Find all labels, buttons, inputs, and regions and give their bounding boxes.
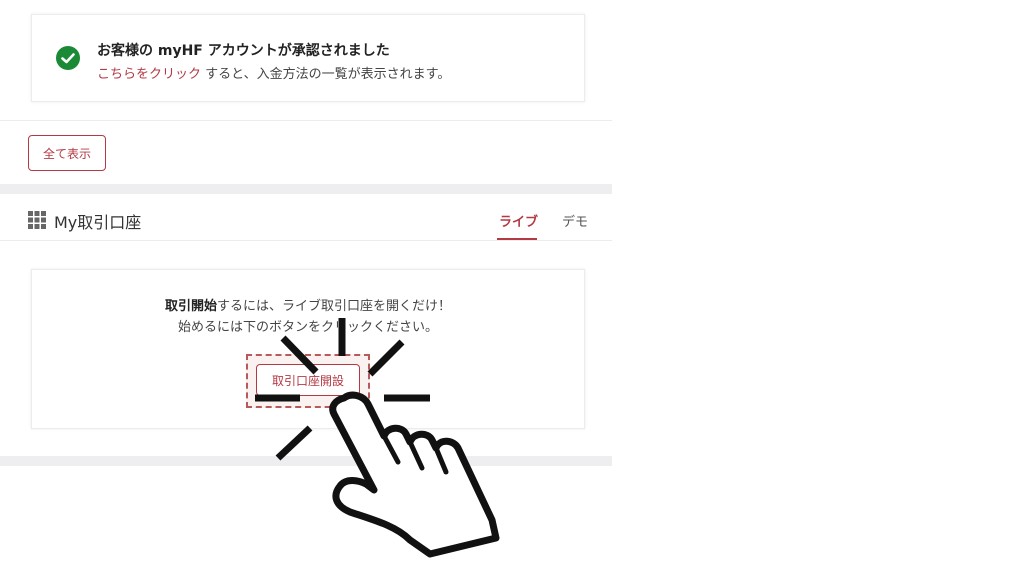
tab-demo[interactable]: デモ — [562, 211, 588, 230]
check-circle-icon — [56, 46, 80, 70]
tab-live[interactable]: ライブ — [499, 211, 538, 230]
my-accounts-section: My取引口座 ライブ デモ 取引開始するには、ライブ取引口座を開くだけ！ 始める… — [0, 194, 612, 456]
section-divider — [0, 120, 612, 121]
grid-icon — [28, 211, 46, 229]
notice-message: こちらをクリック すると、入金方法の一覧が表示されます。 — [97, 63, 450, 82]
open-account-button[interactable]: 取引口座開設 — [256, 364, 360, 396]
app-panel: お客様の myHF アカウントが承認されました こちらをクリック すると、入金方… — [0, 0, 612, 466]
message-line1-rest: するには、ライブ取引口座を開くだけ！ — [217, 299, 452, 314]
message-bold-text: 取引開始 — [164, 299, 217, 314]
click-here-link[interactable]: こちらをクリック — [97, 67, 201, 82]
my-accounts-title: My取引口座 — [54, 213, 142, 232]
open-account-message-line1: 取引開始するには、ライブ取引口座を開くだけ！ — [32, 295, 584, 314]
open-account-card: 取引開始するには、ライブ取引口座を開くだけ！ 始めるには下のボタンをクリックくだ… — [31, 269, 585, 429]
show-all-button[interactable]: 全て表示 — [28, 135, 106, 171]
approval-notice-card: お客様の myHF アカウントが承認されました こちらをクリック すると、入金方… — [31, 14, 585, 102]
open-account-message-line2: 始めるには下のボタンをクリックください。 — [177, 320, 438, 335]
notice-title: お客様の myHF アカウントが承認されました — [97, 43, 390, 59]
notice-message-rest: すると、入金方法の一覧が表示されます。 — [201, 67, 451, 82]
tabs-divider — [0, 240, 612, 241]
notification-section: お客様の myHF アカウントが承認されました こちらをクリック すると、入金方… — [0, 0, 612, 184]
